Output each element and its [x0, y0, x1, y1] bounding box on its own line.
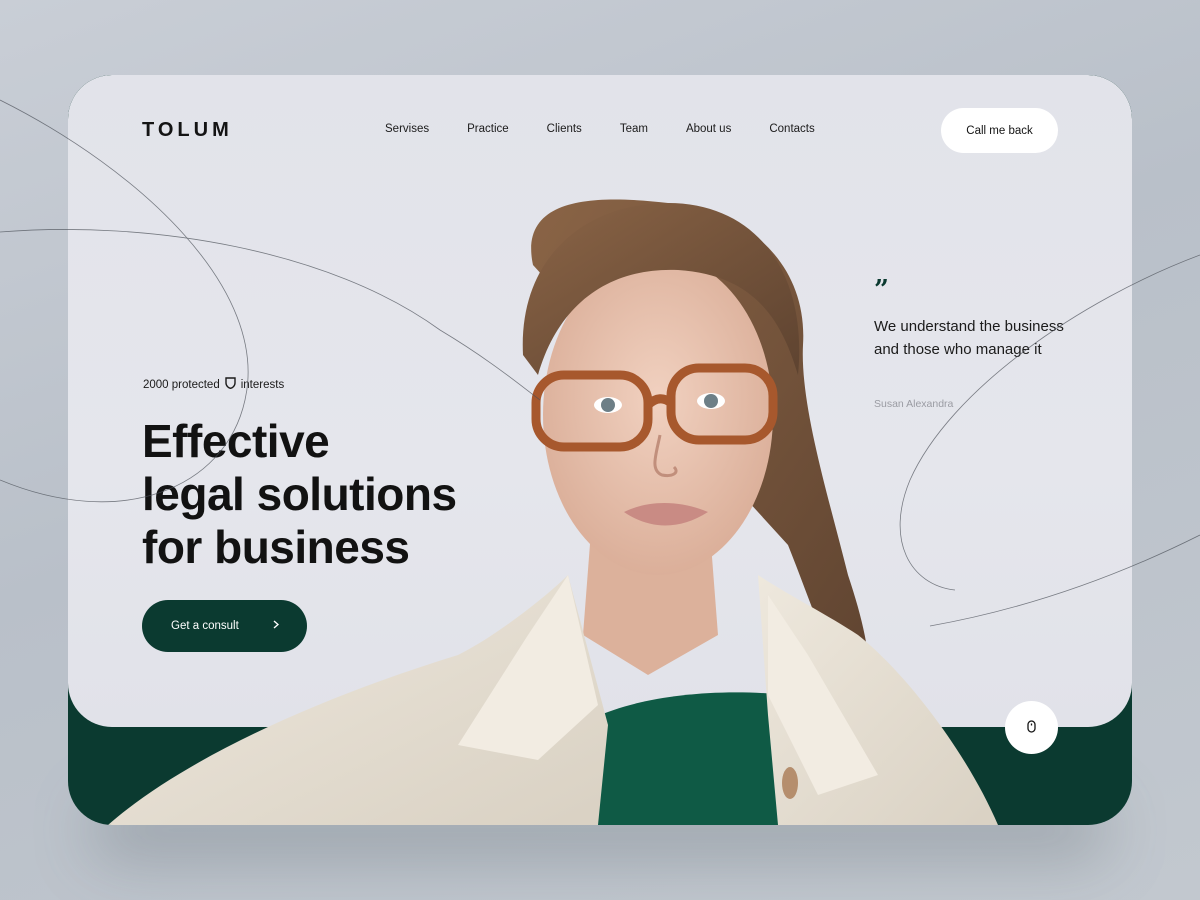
brand-logo[interactable]: TOLUM: [142, 119, 233, 142]
headline-line: legal solutions: [142, 468, 457, 520]
testimonial-author: Susan Alexandra: [874, 398, 954, 410]
nav-item-practice[interactable]: Practice: [467, 123, 509, 135]
tagline-rest: interests: [240, 378, 285, 391]
nav-item-about-us[interactable]: About us: [686, 123, 731, 135]
headline-line: for business: [142, 521, 410, 573]
nav-item-contacts[interactable]: Contacts: [769, 123, 814, 135]
nav-item-team[interactable]: Team: [620, 123, 648, 135]
shield-icon: [225, 377, 236, 392]
nav-item-servises[interactable]: Servises: [385, 123, 429, 135]
page-stage: TOLUM Servises Practice Clients Team Abo…: [0, 0, 1200, 900]
mouse-icon: [1027, 719, 1036, 736]
get-a-consult-button[interactable]: Get a consult: [142, 600, 307, 652]
tagline-count: 2000 protected: [143, 378, 220, 391]
hero-card: TOLUM Servises Practice Clients Team Abo…: [68, 75, 1132, 825]
main-nav: Servises Practice Clients Team About us …: [385, 123, 815, 135]
scroll-down-button[interactable]: [1005, 701, 1058, 754]
hero-headline: Effective legal solutions for business: [142, 415, 562, 574]
quote-icon: ”: [874, 275, 889, 305]
nav-item-clients[interactable]: Clients: [547, 123, 582, 135]
hero-tagline: 2000 protected interests: [143, 377, 284, 392]
headline-line: Effective: [142, 415, 330, 467]
testimonial-text: We understand the business and those who…: [874, 318, 1064, 358]
chevron-right-icon: [273, 620, 280, 632]
call-me-back-button[interactable]: Call me back: [941, 108, 1058, 153]
get-a-consult-label: Get a consult: [171, 620, 239, 632]
